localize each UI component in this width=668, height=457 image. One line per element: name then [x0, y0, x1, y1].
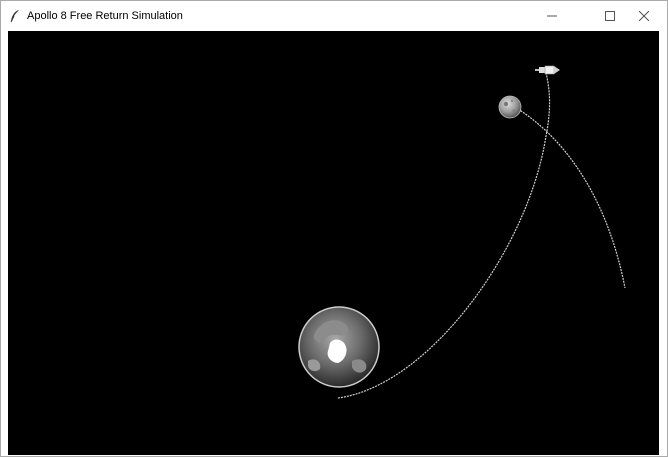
- maximize-icon: [605, 11, 615, 21]
- spacecraft-icon: [535, 65, 560, 75]
- window-title: Apollo 8 Free Return Simulation: [27, 10, 183, 22]
- minimize-icon: [547, 15, 557, 17]
- close-icon: [639, 11, 649, 21]
- title-bar[interactable]: Apollo 8 Free Return Simulation: [1, 1, 667, 31]
- minimize-button[interactable]: [529, 1, 575, 31]
- app-window: Apollo 8 Free Return Simulation: [0, 0, 668, 457]
- moon-icon: [498, 95, 522, 119]
- close-button[interactable]: [621, 1, 667, 31]
- simulation-svg: [298, 65, 626, 399]
- earth-icon: [298, 306, 380, 388]
- feather-icon: [10, 10, 19, 23]
- simulation-canvas: [8, 31, 659, 455]
- return-trajectory-path: [517, 108, 626, 289]
